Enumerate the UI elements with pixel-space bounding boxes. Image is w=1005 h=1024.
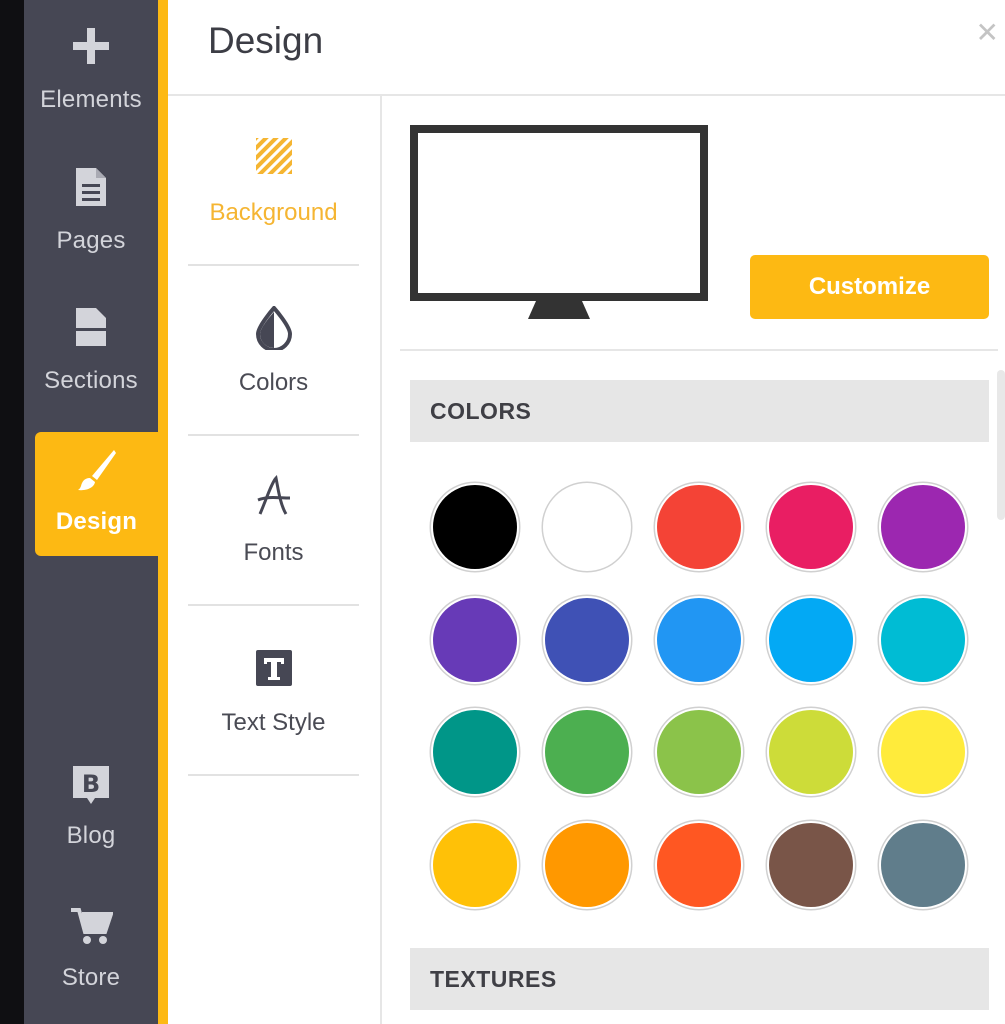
brush-icon [35, 448, 158, 492]
svg-text:B: B [82, 770, 100, 798]
customize-button[interactable]: Customize [750, 255, 989, 319]
plus-icon [24, 26, 158, 66]
design-menu-background[interactable]: Background [188, 96, 359, 264]
color-swatch[interactable] [881, 710, 965, 794]
scrollbar[interactable] [997, 370, 1005, 520]
page-icon [24, 166, 158, 208]
color-swatch[interactable] [545, 598, 629, 682]
nav-item-pages[interactable]: Pages [24, 160, 158, 280]
design-menu-label: Fonts [243, 539, 304, 566]
color-swatch[interactable] [657, 710, 741, 794]
colors-heading: COLORS [410, 380, 989, 442]
nav-item-blog[interactable]: B Blog [24, 758, 158, 878]
window-edge [0, 0, 24, 1024]
page-title: Design [208, 20, 324, 61]
design-menu-colors[interactable]: Colors [188, 266, 359, 434]
color-swatch[interactable] [769, 710, 853, 794]
color-swatch[interactable] [769, 823, 853, 907]
text-style-icon [188, 650, 359, 686]
nav-label: Sections [44, 367, 138, 394]
cart-icon [24, 904, 158, 946]
nav-label: Design [55, 508, 138, 535]
color-swatch[interactable] [881, 485, 965, 569]
color-swatch[interactable] [433, 823, 517, 907]
textures-heading: TEXTURES [410, 948, 989, 1010]
color-swatch[interactable] [657, 598, 741, 682]
color-swatch[interactable] [881, 598, 965, 682]
color-swatch[interactable] [657, 823, 741, 907]
color-swatch[interactable] [433, 485, 517, 569]
blog-icon: B [24, 764, 158, 806]
design-menu-label: Text Style [221, 709, 326, 736]
design-menu-label: Background [209, 199, 338, 226]
close-icon[interactable]: ✕ [976, 16, 999, 49]
color-swatch[interactable] [545, 485, 629, 569]
color-swatch[interactable] [433, 710, 517, 794]
design-menu-text-style[interactable]: Text Style [188, 606, 359, 774]
color-swatch[interactable] [433, 598, 517, 682]
monitor-icon [410, 125, 708, 326]
panel-header: Design ✕ [168, 0, 1005, 96]
color-swatch[interactable] [769, 485, 853, 569]
nav-item-elements[interactable]: Elements [24, 20, 158, 140]
nav-label: Pages [56, 227, 126, 254]
nav-item-sections[interactable]: Sections [24, 300, 158, 420]
nav-label: Store [61, 964, 121, 991]
section-divider [400, 349, 998, 351]
menu-divider [188, 774, 359, 776]
color-swatch[interactable] [657, 485, 741, 569]
color-swatch[interactable] [881, 823, 965, 907]
design-submenu: Background Colors Fonts Text Style [168, 96, 382, 1024]
background-hatch-icon [188, 138, 359, 174]
design-menu-fonts[interactable]: Fonts [188, 436, 359, 604]
color-swatch[interactable] [545, 823, 629, 907]
design-menu-label: Colors [238, 369, 309, 396]
color-swatch[interactable] [545, 710, 629, 794]
color-drop-icon [188, 306, 359, 350]
sidebar-accent-stripe [158, 0, 168, 1024]
nav-label: Blog [66, 822, 116, 849]
nav-label: Elements [40, 86, 142, 113]
nav-item-store[interactable]: Store [24, 900, 158, 1020]
section-icon [24, 306, 158, 348]
font-icon [188, 474, 359, 518]
color-swatch[interactable] [769, 598, 853, 682]
nav-item-design[interactable]: Design [35, 432, 158, 556]
